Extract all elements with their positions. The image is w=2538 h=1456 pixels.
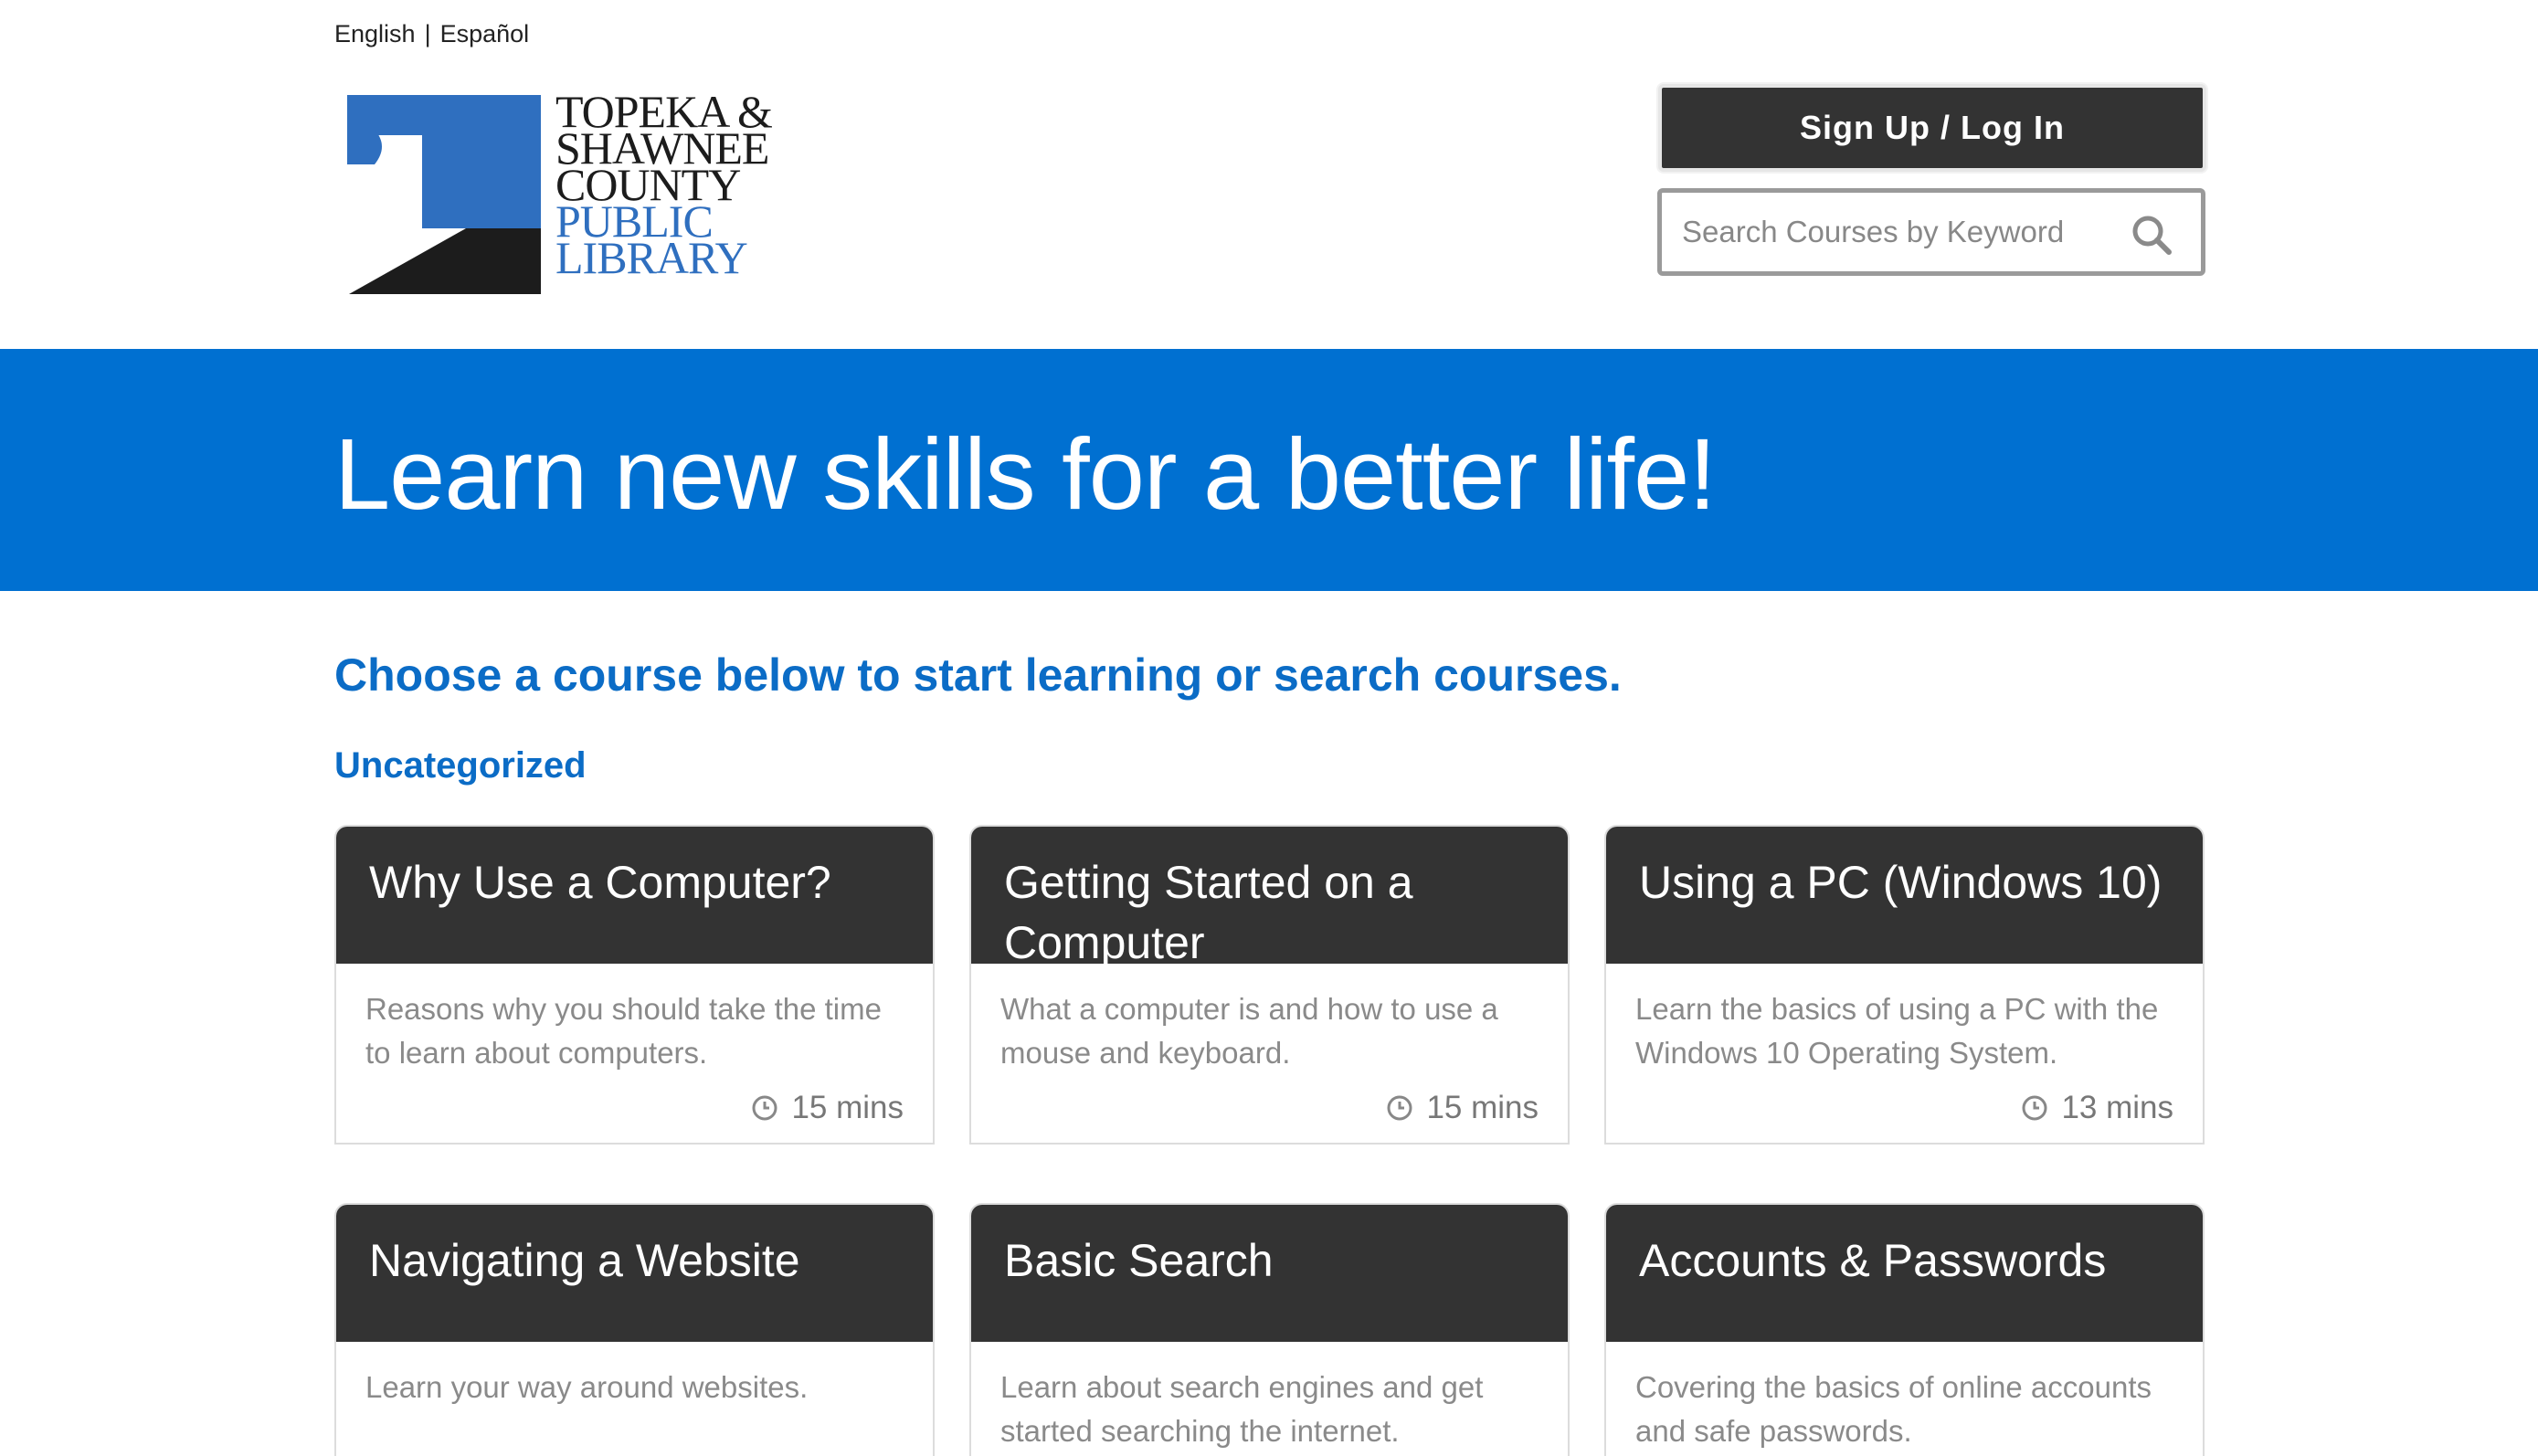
course-duration-text: 15 mins [1426, 1090, 1539, 1125]
course-description: What a computer is and how to use a mous… [1000, 992, 1498, 1070]
course-card-using-a-pc[interactable]: Using a PC (Windows 10) Learn the basics… [1604, 825, 2205, 1145]
language-spanish-link[interactable]: Español [440, 20, 530, 47]
clock-icon [2022, 1095, 2047, 1121]
course-description: Reasons why you should take the time to … [365, 992, 882, 1070]
course-card-getting-started[interactable]: Getting Started on a Computer What a com… [969, 825, 1570, 1145]
course-body: What a computer is and how to use a mous… [971, 964, 1568, 1143]
course-body: Learn about search engines and get start… [971, 1342, 1568, 1456]
course-search-input[interactable] [1682, 215, 2111, 249]
course-duration: 15 mins [1386, 1086, 1539, 1130]
language-switcher: English | Español [334, 20, 529, 48]
language-english-link[interactable]: English [334, 20, 416, 47]
category-heading: Uncategorized [334, 745, 587, 786]
course-title: Why Use a Computer? [336, 827, 933, 964]
course-description: Learn the basics of using a PC with the … [1635, 992, 2159, 1070]
course-title: Navigating a Website [336, 1205, 933, 1342]
course-title: Getting Started on a Computer [971, 827, 1568, 968]
hero-banner: Learn new skills for a better life! [0, 349, 2538, 591]
course-search-box [1657, 188, 2205, 276]
hero-title: Learn new skills for a better life! [334, 418, 1717, 531]
course-card-accounts-passwords[interactable]: Accounts & Passwords Covering the basics… [1604, 1203, 2205, 1456]
course-duration-text: 15 mins [791, 1090, 904, 1125]
clock-icon [1387, 1095, 1412, 1121]
sign-up-log-in-button[interactable]: Sign Up / Log In [1658, 84, 2206, 172]
intro-heading: Choose a course below to start learning … [334, 649, 1622, 701]
library-logo-wordmark: TOPEKA & SHAWNEE COUNTY PUBLIC LIBRARY [555, 89, 773, 283]
language-separator: | [424, 20, 431, 47]
course-card-navigating-a-website[interactable]: Navigating a Website Learn your way arou… [334, 1203, 935, 1456]
search-icon[interactable] [2130, 213, 2173, 257]
course-description: Covering the basics of online accounts a… [1635, 1370, 2152, 1448]
logo-line-5: LIBRARY [555, 232, 748, 283]
course-body: Reasons why you should take the time to … [336, 964, 933, 1143]
library-logo-mark-icon [347, 95, 541, 294]
course-body: Learn the basics of using a PC with the … [1606, 964, 2203, 1143]
course-title: Using a PC (Windows 10) [1606, 827, 2203, 964]
clock-icon [752, 1095, 777, 1121]
course-duration: 13 mins [2021, 1086, 2173, 1130]
course-duration: 15 mins [751, 1086, 904, 1130]
course-description: Learn your way around websites. [365, 1370, 809, 1404]
course-duration-text: 13 mins [2061, 1090, 2173, 1125]
course-body: Covering the basics of online accounts a… [1606, 1342, 2203, 1456]
course-body: Learn your way around websites. [336, 1342, 933, 1456]
course-title: Accounts & Passwords [1606, 1205, 2203, 1342]
library-logo[interactable]: TOPEKA & SHAWNEE COUNTY PUBLIC LIBRARY [347, 89, 786, 303]
course-card-basic-search[interactable]: Basic Search Learn about search engines … [969, 1203, 1570, 1456]
course-description: Learn about search engines and get start… [1000, 1370, 1484, 1448]
course-card-why-use-a-computer[interactable]: Why Use a Computer? Reasons why you shou… [334, 825, 935, 1145]
course-title: Basic Search [971, 1205, 1568, 1342]
